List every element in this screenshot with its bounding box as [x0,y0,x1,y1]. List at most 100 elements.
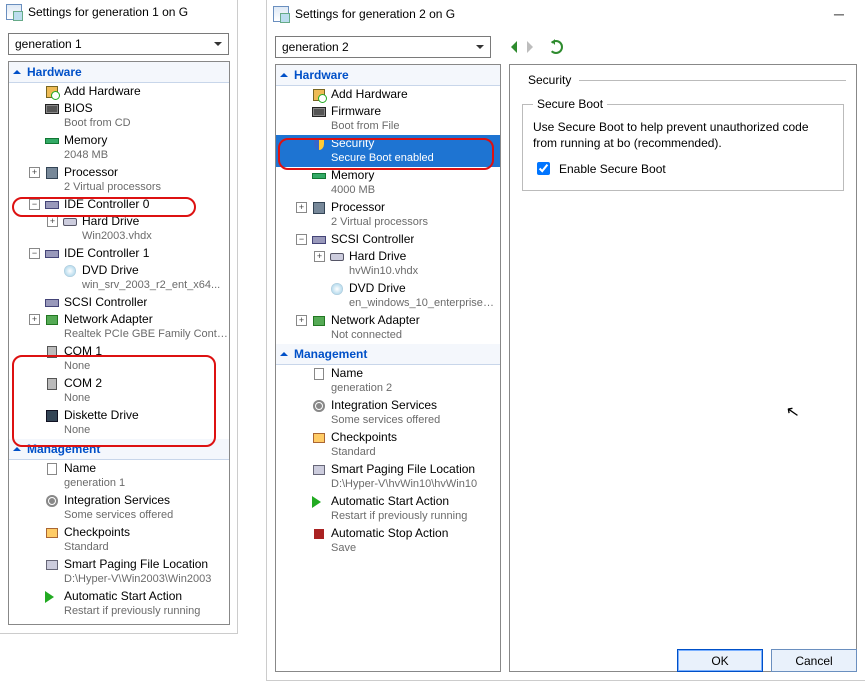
tree-item-label: DVD Drive [349,281,500,296]
tree-item-scsi-controller[interactable]: SCSI Controller [9,294,229,311]
tree-item-mgmt-name[interactable]: Namegeneration 2 [276,365,500,397]
nav-forward-icon[interactable] [527,41,539,53]
tree-item-integration-services[interactable]: Integration ServicesSome services offere… [276,397,500,429]
tree-item-label: BIOS [64,101,131,116]
play-icon [311,495,327,509]
expander-icon[interactable]: + [47,216,58,227]
tree-item-smart-paging[interactable]: Smart Paging File LocationD:\Hyper-V\hvW… [276,461,500,493]
close-button[interactable]: ─ [819,6,859,22]
tree-item-add-hardware[interactable]: Add Hardware [276,86,500,103]
management-section-header[interactable]: Management [276,344,500,365]
doc-icon [44,462,60,476]
expander-placeholder [296,432,307,443]
tree-item-sublabel: 4000 MB [331,183,375,198]
scsi-icon [44,296,60,310]
tree-item-ide-controller-1[interactable]: −IDE Controller 1 [9,245,229,262]
tree-item-diskette-drive[interactable]: Diskette DriveNone [9,407,229,439]
tree-item-sublabel: Save [331,541,448,556]
tree-item-sublabel: Secure Boot enabled [331,151,434,166]
expander-placeholder [296,138,307,149]
tree-item-sublabel: hvWin10.vhdx [349,264,418,279]
tree-item-label: Memory [64,133,108,148]
group-legend: Secure Boot [533,97,607,111]
settings-tree[interactable]: HardwareAdd HardwareFirmwareBoot from Fi… [275,64,501,672]
tree-item-label: Smart Paging File Location [64,557,211,572]
tree-item-auto-start[interactable]: Automatic Start ActionRestart if previou… [9,588,229,620]
hardware-section-header[interactable]: Hardware [9,62,229,83]
expander-icon[interactable]: − [29,199,40,210]
nav-controls [499,40,563,54]
tree-item-network-adapter[interactable]: +Network AdapterNot connected [276,312,500,344]
tree-item-sublabel: Restart if previously running [64,604,200,619]
expander-placeholder [29,463,40,474]
expander-icon[interactable]: − [296,234,307,245]
expander-icon[interactable]: + [296,202,307,213]
nav-back-icon[interactable] [505,41,517,53]
tree-item-label: COM 2 [64,376,102,391]
tree-item-sublabel: Not connected [331,328,420,343]
tree-item-sublabel: D:\Hyper-V\Win2003\Win2003 [64,572,211,587]
tree-item-label: Memory [331,168,375,183]
tree-item-com2[interactable]: COM 2None [9,375,229,407]
hdd-icon [62,215,78,229]
ok-button[interactable]: OK [677,649,763,672]
tree-item-network-adapter[interactable]: +Network AdapterRealtek PCIe GBE Family … [9,311,229,343]
tree-item-add-hardware[interactable]: Add Hardware [9,83,229,100]
expander-icon[interactable]: + [29,314,40,325]
tree-item-dvd-drive[interactable]: DVD Driveen_windows_10_enterprise_v... [276,280,500,312]
tree-item-sublabel: en_windows_10_enterprise_v... [349,296,500,311]
detail-pane: Security Secure Boot Use Secure Boot to … [509,64,857,672]
tree-item-smart-paging[interactable]: Smart Paging File LocationD:\Hyper-V\Win… [9,556,229,588]
scsi-icon [311,233,327,247]
tree-item-com1[interactable]: COM 1None [9,343,229,375]
page-icon [44,558,60,572]
cpu-icon [44,166,60,180]
tree-item-scsi-controller[interactable]: −SCSI Controller [276,231,500,248]
tree-item-label: Processor [331,200,428,215]
settings-tree[interactable]: HardwareAdd HardwareBIOSBoot from CDMemo… [8,61,230,625]
tree-item-bios[interactable]: BIOSBoot from CD [9,100,229,132]
doc-icon [311,367,327,381]
tree-item-label: Processor [64,165,161,180]
expander-icon[interactable]: − [29,248,40,259]
management-section-header[interactable]: Management [9,439,229,460]
tree-item-mgmt-name[interactable]: Namegeneration 1 [9,460,229,492]
tree-item-checkpoints[interactable]: CheckpointsStandard [9,524,229,556]
tree-item-memory[interactable]: Memory2048 MB [9,132,229,164]
tree-item-ide-controller-0[interactable]: −IDE Controller 0 [9,196,229,213]
tree-item-security[interactable]: SecuritySecure Boot enabled [276,135,500,167]
tree-item-integration-services[interactable]: Integration ServicesSome services offere… [9,492,229,524]
tree-item-label: Hard Drive [82,214,152,229]
tree-item-label: Smart Paging File Location [331,462,477,477]
tree-item-hard-drive[interactable]: +Hard DriveWin2003.vhdx [9,213,229,245]
expander-placeholder [29,103,40,114]
tree-item-memory[interactable]: Memory4000 MB [276,167,500,199]
tree-item-sublabel: 2 Virtual processors [64,180,161,195]
vm-selector-value: generation 2 [282,40,349,54]
hardware-section-header[interactable]: Hardware [276,65,500,86]
tree-item-processor[interactable]: + Processor2 Virtual processors [9,164,229,196]
tree-item-label: SCSI Controller [64,295,147,310]
tree-item-processor[interactable]: +Processor2 Virtual processors [276,199,500,231]
expander-placeholder [296,368,307,379]
enable-secure-boot-row[interactable]: Enable Secure Boot [533,159,833,178]
tree-item-label: Add Hardware [331,87,408,102]
cancel-button[interactable]: Cancel [771,649,857,672]
tree-item-auto-stop[interactable]: Automatic Stop ActionSave [276,525,500,557]
tree-item-firmware[interactable]: FirmwareBoot from File [276,103,500,135]
tree-item-auto-start[interactable]: Automatic Start ActionRestart if previou… [276,493,500,525]
enable-secure-boot-checkbox[interactable] [537,162,550,175]
tree-item-checkpoints[interactable]: CheckpointsStandard [276,429,500,461]
tree-item-label: COM 1 [64,344,102,359]
tree-item-hard-drive[interactable]: +Hard DrivehvWin10.vhdx [276,248,500,280]
tree-item-label: Security [331,136,434,151]
refresh-icon[interactable] [549,40,563,54]
vm-selector-combo[interactable]: generation 2 [275,36,491,58]
chk-icon [44,526,60,540]
expander-icon[interactable]: + [29,167,40,178]
expander-icon[interactable]: + [314,251,325,262]
titlebar: Settings for generation 1 on G [0,0,237,25]
tree-item-dvd-drive[interactable]: DVD Drivewin_srv_2003_r2_ent_x64... [9,262,229,294]
expander-icon[interactable]: + [296,315,307,326]
vm-selector-combo[interactable]: generation 1 [8,33,229,55]
